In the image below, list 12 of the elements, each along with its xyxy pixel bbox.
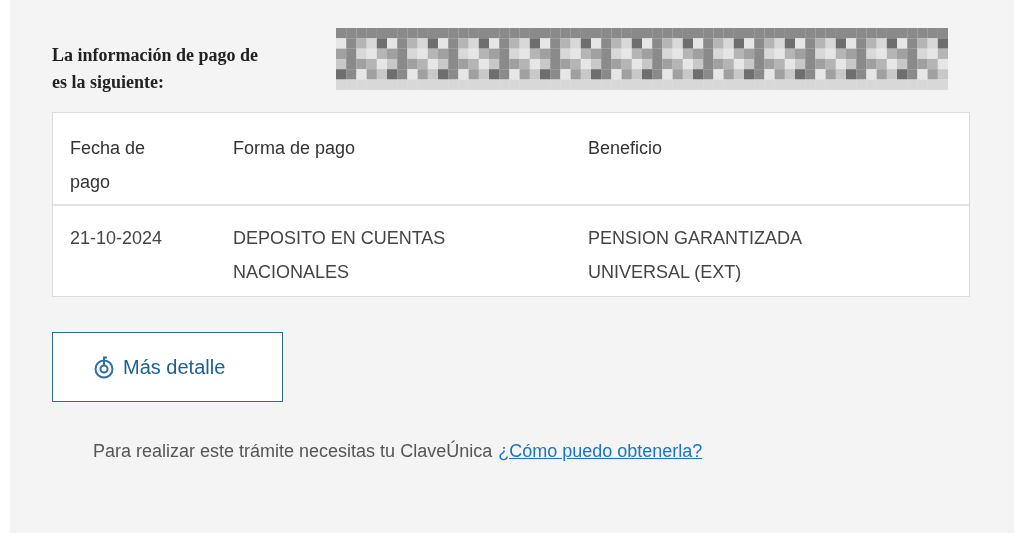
column-header: Fecha de pago (70, 137, 147, 194)
footer-text: Para realizar este trámite necesitas tu ClaveÚnica (93, 439, 493, 463)
timer-icon (93, 355, 115, 379)
table-cell-text: DEPOSITO EN CUENTAS NACIONALES (233, 227, 447, 284)
obtain-link[interactable]: ¿Cómo puedo obtenerla? (498, 438, 703, 465)
heading-text: es la siguiente: (52, 71, 164, 94)
table-cell-text: 21-10-2024 (70, 227, 163, 250)
heading-text: La información de pago de (52, 44, 258, 67)
column-header: Beneficio (588, 137, 663, 160)
column-header: Forma de pago (233, 137, 356, 160)
more-detail-button[interactable]: Más detalle (52, 332, 283, 402)
table-cell-text: PENSION GARANTIZADA UNIVERSAL (EXT) (588, 227, 803, 284)
